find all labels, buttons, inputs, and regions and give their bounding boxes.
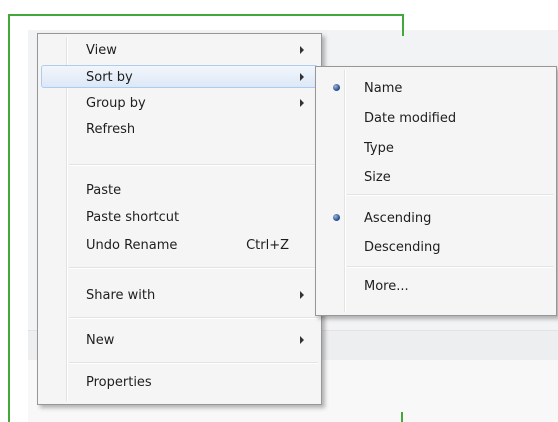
- sort-option-label: Size: [364, 170, 391, 185]
- menu-item-label: Undo Rename: [86, 238, 178, 253]
- sort-option-label: Descending: [364, 240, 441, 255]
- green-frame-top: [8, 14, 404, 16]
- green-frame-tick: [401, 412, 403, 422]
- sort-option-label: Type: [364, 141, 394, 156]
- radio-selected-icon: [333, 84, 340, 91]
- sort-direction-descending[interactable]: Descending: [319, 235, 553, 258]
- menu-item-label: View: [86, 43, 117, 58]
- menu-separator: [347, 266, 553, 268]
- sort-option-type[interactable]: Type: [319, 136, 553, 159]
- menu-separator: [69, 317, 318, 319]
- radio-selected-icon: [333, 214, 340, 221]
- submenu-arrow-icon: [300, 73, 304, 81]
- green-frame-right: [402, 14, 404, 36]
- sort-option-more[interactable]: More...: [319, 274, 553, 297]
- menu-item-share-with[interactable]: Share with: [41, 283, 318, 306]
- menu-separator: [69, 164, 318, 166]
- submenu-arrow-icon: [300, 99, 304, 107]
- menu-item-group-by[interactable]: Group by: [41, 91, 318, 114]
- submenu-arrow-icon: [300, 291, 304, 299]
- menu-item-label: Share with: [86, 288, 156, 303]
- context-menu: View Sort by Group by Refresh Paste Past…: [37, 33, 322, 405]
- sort-option-label: Ascending: [364, 211, 432, 226]
- sort-direction-ascending[interactable]: Ascending: [319, 206, 553, 229]
- menu-item-label: Properties: [86, 375, 152, 390]
- menu-item-label: Paste shortcut: [86, 210, 180, 225]
- menu-item-new[interactable]: New: [41, 328, 318, 351]
- menu-separator: [69, 267, 318, 269]
- sort-option-label: Name: [364, 81, 403, 96]
- submenu-arrow-icon: [300, 336, 304, 344]
- menu-item-shortcut: Ctrl+Z: [246, 238, 289, 253]
- menu-item-view[interactable]: View: [41, 38, 318, 61]
- menu-item-label: Group by: [86, 96, 146, 111]
- menu-separator: [69, 362, 318, 364]
- sort-option-name[interactable]: Name: [319, 76, 553, 99]
- menu-item-paste[interactable]: Paste: [41, 178, 318, 201]
- submenu-arrow-icon: [300, 46, 304, 54]
- menu-item-undo-rename[interactable]: Undo Rename Ctrl+Z: [41, 233, 318, 256]
- menu-item-sort-by[interactable]: Sort by: [41, 65, 318, 88]
- menu-item-paste-shortcut[interactable]: Paste shortcut: [41, 205, 318, 228]
- menu-item-properties[interactable]: Properties: [41, 370, 318, 393]
- sort-option-label: Date modified: [364, 111, 457, 126]
- green-frame-left: [8, 14, 10, 422]
- menu-item-label: Paste: [86, 183, 122, 198]
- menu-separator: [347, 194, 553, 196]
- sort-option-date-modified[interactable]: Date modified: [319, 106, 553, 129]
- menu-item-refresh[interactable]: Refresh: [41, 117, 318, 140]
- menu-item-label: Sort by: [86, 70, 133, 85]
- menu-item-label: New: [86, 333, 115, 348]
- menu-item-label: Refresh: [86, 122, 136, 137]
- sort-option-label: More...: [364, 279, 409, 294]
- sort-by-submenu: Name Date modified Type Size Ascending D…: [315, 66, 557, 316]
- sort-option-size[interactable]: Size: [319, 165, 553, 188]
